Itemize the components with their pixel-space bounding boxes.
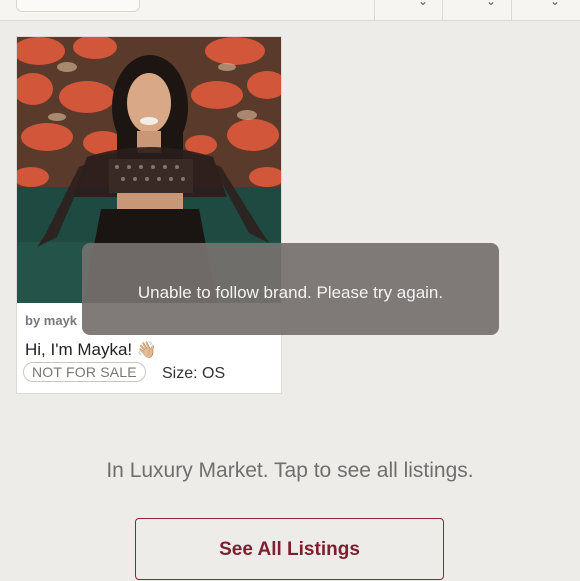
waving-hand-icon: 👋🏼	[136, 342, 157, 359]
listing-size: Size: OS	[162, 365, 226, 382]
toolbar-divider	[374, 0, 375, 20]
listing-title-text: Hi, I'm Mayka!	[25, 340, 133, 359]
toolbar-divider	[511, 0, 512, 20]
dropdown-icon[interactable]: ⌄	[486, 0, 496, 8]
see-all-listings-button[interactable]: See All Listings	[135, 518, 444, 580]
seller-byline[interactable]: by mayk	[25, 313, 77, 328]
listing-title[interactable]: Hi, I'm Mayka! 👋🏼	[25, 340, 157, 360]
top-bar: ⌄ ⌄ ⌄	[0, 0, 580, 21]
menu-icon[interactable]: ⌄	[550, 0, 560, 8]
toolbar-divider	[442, 0, 443, 20]
dropdown-icon[interactable]: ⌄	[418, 0, 428, 8]
error-toast: Unable to follow brand. Please try again…	[82, 243, 499, 335]
not-for-sale-badge: NOT FOR SALE	[23, 362, 146, 382]
listing-card[interactable]: by mayk Hi, I'm Mayka! 👋🏼 NOT FOR SALE S…	[16, 36, 282, 394]
market-info-text[interactable]: In Luxury Market. Tap to see all listing…	[0, 459, 580, 483]
search-field[interactable]	[16, 0, 140, 12]
